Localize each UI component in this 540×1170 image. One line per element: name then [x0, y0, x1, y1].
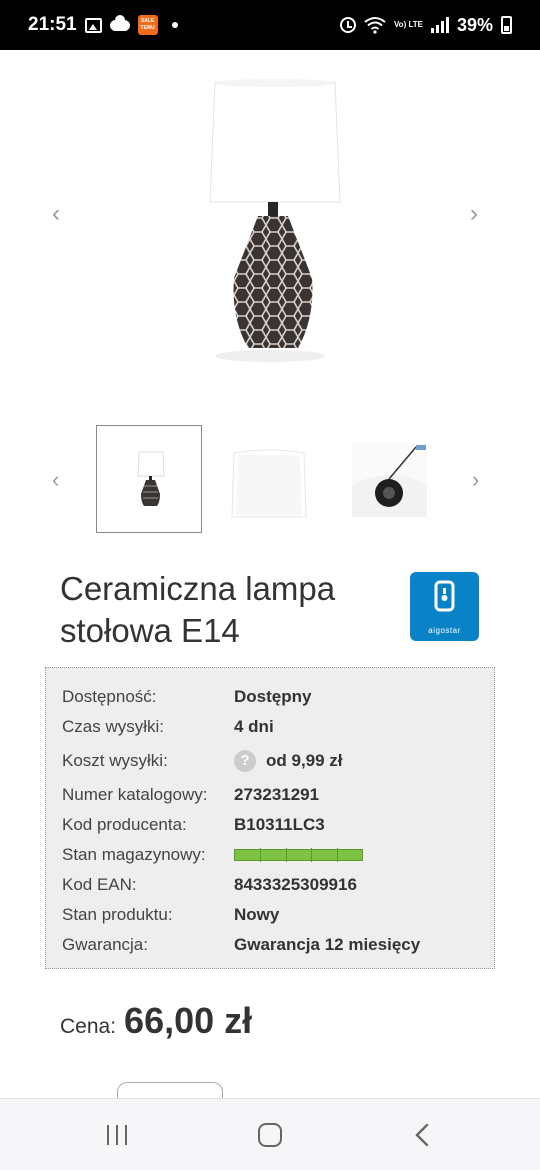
detail-row-manufacturer-code: Kod producenta: B10311LC3 [46, 810, 494, 840]
detail-label: Kod producenta: [62, 815, 187, 834]
detail-label: Dostępność: [62, 687, 157, 706]
detail-value: B10311LC3 [234, 815, 325, 834]
recent-apps-icon[interactable] [107, 1125, 127, 1145]
chevron-left-icon[interactable]: ‹ [52, 467, 59, 493]
detail-label: Kod EAN: [62, 875, 137, 894]
detail-row-condition: Stan produktu: Nowy [46, 900, 494, 930]
status-bar: 21:51 SALE TEMU Vo) LTE 39% [0, 0, 540, 50]
thumbnail-1[interactable] [96, 425, 202, 533]
price-label: Cena: [60, 1015, 117, 1038]
temu-notification-icon: SALE TEMU [137, 15, 158, 35]
detail-row-warranty: Gwarancja: Gwarancja 12 miesięcy [46, 930, 494, 960]
price-value: 66,00 zł [124, 1000, 253, 1041]
thumbnail-strip: ‹ › [0, 425, 540, 537]
detail-value: 4 dni [234, 717, 274, 736]
signal-icon [430, 17, 449, 33]
detail-value: 273231291 [234, 785, 320, 804]
chevron-right-icon[interactable]: › [472, 467, 479, 493]
detail-value-container: ? od 9,99 zł [234, 750, 343, 772]
detail-row-stock: Stan magazynowy: [46, 840, 494, 870]
detail-value: od 9,99 zł [266, 751, 343, 770]
product-title: Ceramiczna lampa stołowa E14 [60, 570, 336, 649]
detail-row-catalog-number: Numer katalogowy: 273231291 [46, 780, 494, 810]
back-icon[interactable] [414, 1123, 430, 1147]
product-image-carousel[interactable]: ‹ › [0, 50, 540, 410]
thumbnail-3[interactable] [336, 425, 442, 533]
gallery-notification-icon [84, 17, 102, 33]
alarm-icon [339, 17, 356, 33]
detail-row-availability: Dostępność: Dostępny [46, 682, 494, 712]
detail-label: Koszt wysyłki: [62, 751, 168, 770]
detail-label: Czas wysyłki: [62, 717, 165, 736]
battery-icon [501, 16, 512, 34]
detail-label: Stan produktu: [62, 905, 173, 924]
wifi-icon [364, 17, 386, 34]
detail-row-ean: Kod EAN: 8433325309916 [46, 870, 494, 900]
detail-value: Gwarancja 12 miesięcy [234, 935, 421, 954]
detail-value-container [234, 848, 363, 862]
home-icon[interactable] [258, 1123, 282, 1147]
detail-label: Numer katalogowy: [62, 785, 208, 804]
chevron-right-icon[interactable]: › [470, 200, 478, 228]
detail-value: 8433325309916 [234, 875, 357, 894]
battery-percentage: 39% [456, 14, 493, 35]
system-navigation-bar [0, 1098, 540, 1170]
question-icon[interactable]: ? [234, 750, 256, 772]
stock-level-bar [234, 848, 363, 862]
detail-value: Dostępny [234, 687, 312, 706]
volte-icon: Vo) LTE [393, 20, 423, 29]
product-details-table: Dostępność: Dostępny Czas wysyłki: 4 dni… [45, 667, 495, 969]
more-notifications-dot-icon [171, 22, 178, 28]
product-main-image[interactable] [170, 78, 370, 368]
brand-logo[interactable]: aigostar [410, 572, 479, 641]
thumbnail-2[interactable] [216, 425, 322, 533]
brand-name: aigostar [428, 626, 461, 635]
price-block: Cena: 66,00 zł [60, 1000, 252, 1042]
detail-label: Stan magazynowy: [62, 845, 206, 864]
detail-label: Gwarancja: [62, 935, 148, 954]
detail-row-shipping-time: Czas wysyłki: 4 dni [46, 712, 494, 742]
chevron-left-icon[interactable]: ‹ [52, 200, 60, 228]
cloud-icon [109, 14, 130, 31]
detail-value: Nowy [234, 905, 280, 924]
status-time: 21:51 [28, 14, 77, 35]
detail-row-shipping-cost: Koszt wysyłki: ? od 9,99 zł [46, 742, 494, 780]
